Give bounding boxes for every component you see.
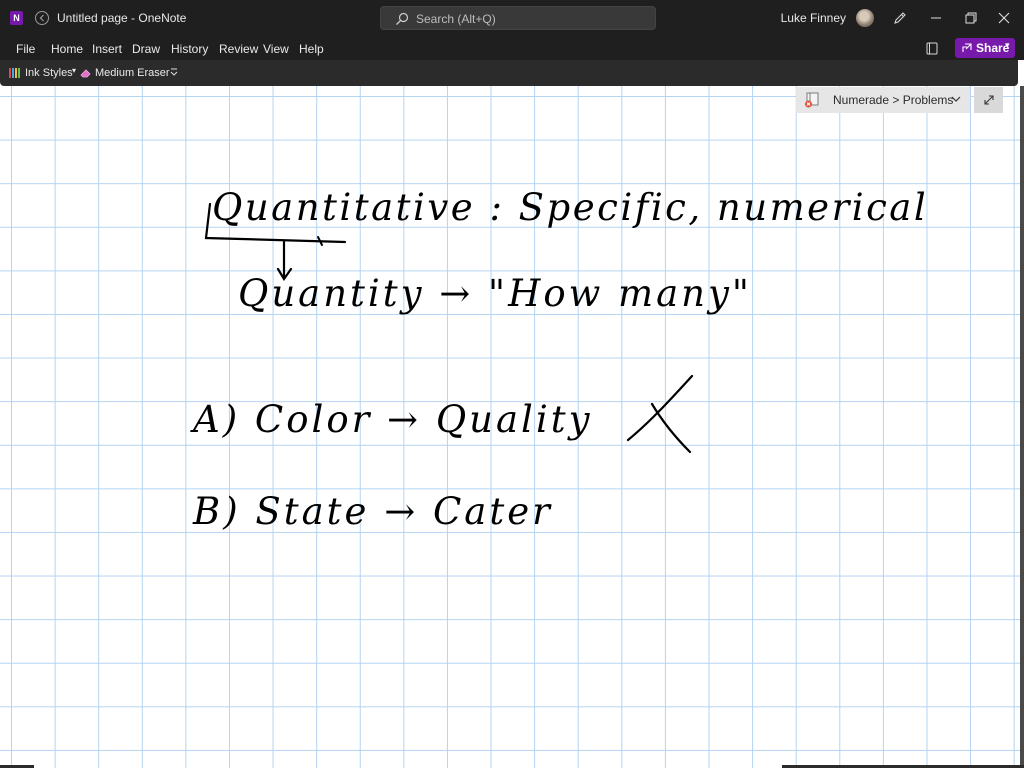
close-button[interactable]: [988, 6, 1020, 30]
ink-styles-label: Ink Styles: [25, 67, 73, 79]
search-icon: [396, 12, 409, 25]
onenote-logo-icon: N: [10, 11, 23, 25]
avatar[interactable]: [856, 9, 874, 27]
menu-review[interactable]: Review: [219, 42, 258, 56]
chevron-down-icon: ▾: [72, 66, 77, 75]
more-options-icon[interactable]: [168, 65, 180, 79]
menu-help[interactable]: Help: [299, 42, 324, 56]
back-button[interactable]: [34, 10, 50, 26]
notebook-icon[interactable]: [924, 40, 940, 56]
user-name[interactable]: Luke Finney: [781, 11, 846, 25]
share-button[interactable]: Share ▾: [955, 38, 1015, 58]
menu-draw[interactable]: Draw: [132, 42, 160, 56]
ink-strokes: [204, 202, 694, 454]
menu-home[interactable]: Home: [51, 42, 83, 56]
eraser-label: Medium Eraser: [95, 67, 170, 79]
search-box[interactable]: Search (Alt+Q): [380, 6, 656, 30]
ink-down-arrow: [276, 240, 293, 282]
eraser-icon: [80, 69, 91, 78]
minimize-button[interactable]: [920, 6, 952, 30]
search-placeholder: Search (Alt+Q): [416, 12, 496, 26]
menu-bar: File Home Insert Draw History Review Vie…: [0, 36, 1024, 60]
ink-layer: Quantitative : Specific, numerical Quant…: [0, 86, 1024, 768]
ink-cross-mark: [626, 374, 694, 454]
chevron-down-icon: ▾: [1005, 40, 1010, 50]
ink-bracket-stroke: [204, 202, 347, 244]
pen-icon[interactable]: [892, 10, 908, 26]
menu-history[interactable]: History: [171, 42, 208, 56]
restore-button[interactable]: [954, 6, 986, 30]
menu-file[interactable]: File: [16, 42, 35, 56]
pens-icon: [9, 68, 20, 78]
share-icon: [962, 43, 972, 52]
window-title: Untitled page - OneNote: [57, 11, 187, 25]
title-bar: N Untitled page - OneNote Search (Alt+Q)…: [0, 0, 1024, 36]
menu-view[interactable]: View: [263, 42, 289, 56]
ink-toolbar: Ink Styles ▾ Medium Eraser: [0, 60, 1018, 86]
menu-insert[interactable]: Insert: [92, 42, 122, 56]
